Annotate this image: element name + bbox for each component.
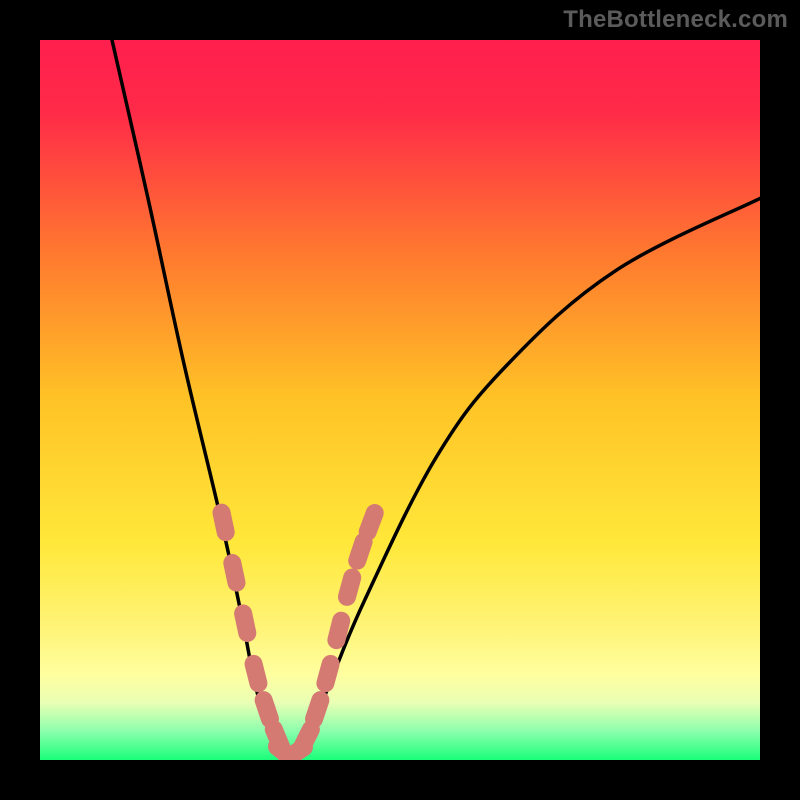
data-point xyxy=(302,729,311,747)
chart-frame: TheBottleneck.com xyxy=(0,0,800,800)
data-point xyxy=(264,700,270,719)
data-point xyxy=(368,513,375,532)
data-point xyxy=(314,700,320,719)
data-point xyxy=(347,578,352,597)
data-point xyxy=(243,613,247,633)
data-point xyxy=(336,621,341,640)
bottleneck-curve xyxy=(112,40,760,760)
data-point xyxy=(357,542,363,561)
data-point xyxy=(254,664,259,683)
chart-svg xyxy=(40,40,760,760)
data-point xyxy=(232,563,236,583)
highlighted-data-points xyxy=(222,513,375,759)
data-point xyxy=(325,664,330,683)
data-point xyxy=(222,513,226,533)
plot-area xyxy=(40,40,760,760)
attribution-text: TheBottleneck.com xyxy=(563,6,788,34)
